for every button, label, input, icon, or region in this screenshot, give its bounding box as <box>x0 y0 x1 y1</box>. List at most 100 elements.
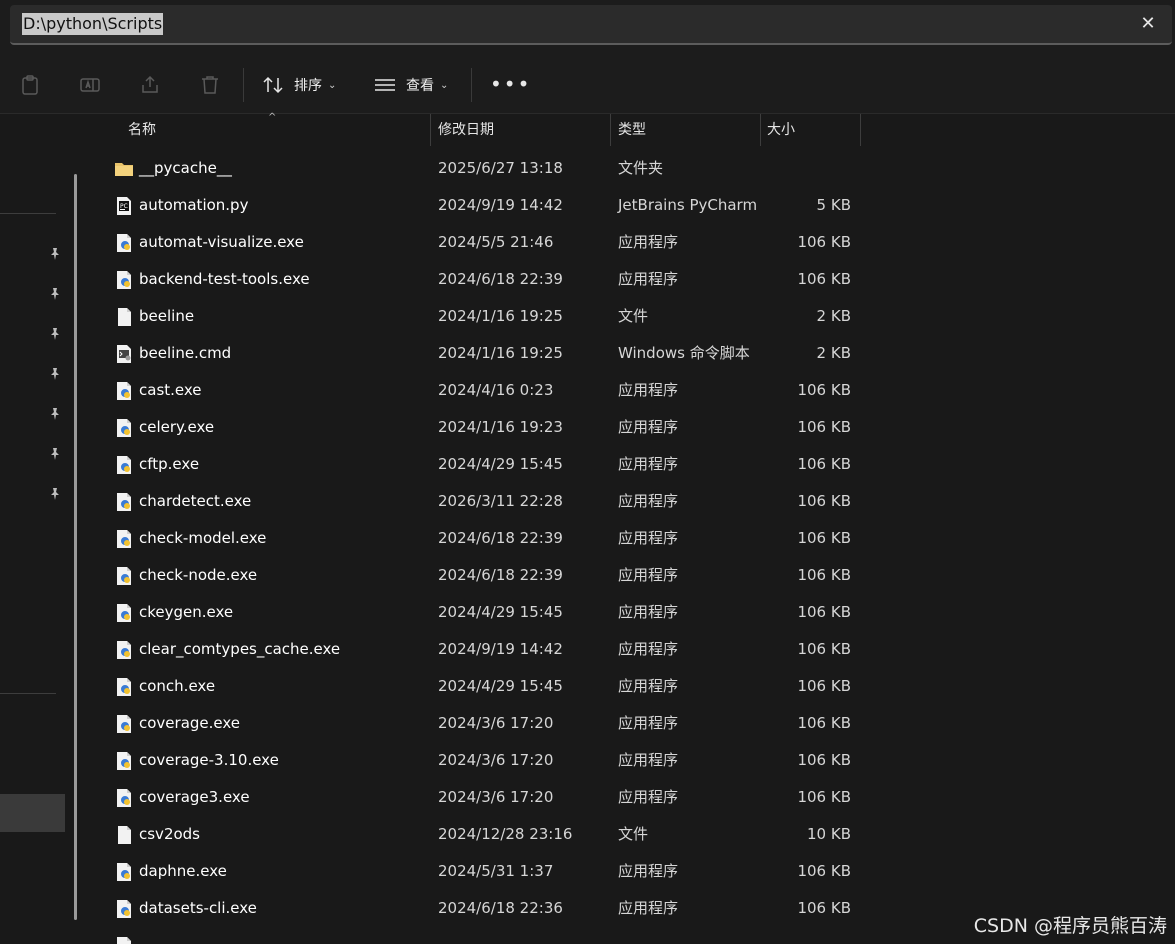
file-name: beeline <box>139 307 195 325</box>
column-name[interactable]: 名称 <box>128 114 156 146</box>
file-date: 2024/1/16 19:23 <box>438 418 563 436</box>
exe-file-icon <box>114 714 134 734</box>
file-size: 5 KB <box>816 196 851 214</box>
file-row[interactable]: coverage-3.10.exe 2024/3/6 17:20 应用程序 106 K… <box>90 742 1175 779</box>
rename-icon[interactable] <box>78 73 102 97</box>
file-row[interactable]: check-model.exe 2024/6/18 22:39 应用程序 106 KB <box>90 520 1175 557</box>
file-date: 2024/1/16 19:25 <box>438 307 563 325</box>
file-type: 应用程序 <box>618 492 679 510</box>
exe-file-icon <box>114 566 134 586</box>
file-type: 应用程序 <box>618 381 679 399</box>
blank-file-icon <box>114 307 134 327</box>
column-size[interactable]: 大小 <box>767 114 795 146</box>
file-row[interactable]: beeline.cmd 2024/1/16 19:25 Windows 命令脚本 2 … <box>90 335 1175 372</box>
file-name: beeline.cmd <box>139 344 232 362</box>
file-name: coverage3.exe <box>139 788 250 806</box>
file-row[interactable]: backend-test-tools.exe 2024/6/18 22:39 应用程… <box>90 261 1175 298</box>
nav-selected-item[interactable] <box>0 794 65 832</box>
blank-file-icon <box>114 825 134 845</box>
file-type: 应用程序 <box>618 788 679 806</box>
exe-file-icon <box>114 233 134 253</box>
file-date: 2024/4/29 15:45 <box>438 455 563 473</box>
column-divider[interactable] <box>860 114 861 146</box>
file-name: clear_comtypes_cache.exe <box>139 640 341 658</box>
file-type: 应用程序 <box>618 566 679 584</box>
file-name: datasets-cli.exe <box>139 899 257 917</box>
pin-icon[interactable] <box>48 327 62 341</box>
nav-scrollbar[interactable] <box>74 174 77 920</box>
address-path[interactable]: D:\python\Scripts <box>22 13 164 35</box>
address-bar-area: D:\python\Scripts ✕ <box>0 0 1175 56</box>
file-row[interactable]: conch.exe 2024/4/29 15:45 应用程序 106 KB <box>90 668 1175 705</box>
exe-file-icon <box>114 936 134 944</box>
nav-divider <box>0 213 56 214</box>
cmd-file-icon <box>114 344 134 364</box>
file-date: 2024/3/6 17:20 <box>438 714 554 732</box>
pin-icon[interactable] <box>48 367 62 381</box>
file-row[interactable]: clear_comtypes_cache.exe 2024/9/19 14:42 应… <box>90 631 1175 668</box>
file-name: __pycache__ <box>139 159 232 177</box>
pin-icon[interactable] <box>48 247 62 261</box>
file-size: 106 KB <box>797 233 851 251</box>
file-date: 2024/3/6 17:20 <box>438 751 554 769</box>
file-date: 2024/6/18 22:39 <box>438 566 563 584</box>
file-date: 2024/6/18 22:36 <box>438 899 563 917</box>
file-size: 106 KB <box>797 455 851 473</box>
file-row[interactable]: automat-visualize.exe 2024/5/5 21:46 应用程序 1… <box>90 224 1175 261</box>
file-row[interactable]: PC automation.py 2024/9/19 14:42 JetBrains … <box>90 187 1175 224</box>
file-type: 文件 <box>618 307 649 325</box>
pin-icon[interactable] <box>48 447 62 461</box>
column-divider[interactable] <box>760 114 761 146</box>
file-row[interactable]: celery.exe 2024/1/16 19:23 应用程序 106 KB <box>90 409 1175 446</box>
file-size: 106 KB <box>797 714 851 732</box>
file-type: 文件夹 <box>618 159 664 177</box>
exe-file-icon <box>114 381 134 401</box>
file-row[interactable]: daphne.exe 2024/5/31 1:37 应用程序 106 KB <box>90 853 1175 890</box>
pin-icon[interactable] <box>48 487 62 501</box>
file-name: coverage-3.10.exe <box>139 751 279 769</box>
exe-file-icon <box>114 270 134 290</box>
column-type[interactable]: 类型 <box>618 114 646 146</box>
file-row[interactable]: chardetect.exe 2026/3/11 22:28 应用程序 106 KB <box>90 483 1175 520</box>
file-row[interactable]: coverage3.exe 2024/3/6 17:20 应用程序 106 KB <box>90 779 1175 816</box>
file-name: check-model.exe <box>139 529 267 547</box>
column-divider[interactable] <box>610 114 611 146</box>
file-row[interactable]: beeline 2024/1/16 19:25 文件 2 KB <box>90 298 1175 335</box>
file-type: 文件 <box>618 825 649 843</box>
file-row[interactable]: cftp.exe 2024/4/29 15:45 应用程序 106 KB <box>90 446 1175 483</box>
file-date: 2024/9/19 14:42 <box>438 196 563 214</box>
column-divider[interactable] <box>430 114 431 146</box>
file-type: 应用程序 <box>618 862 679 880</box>
file-row[interactable]: check-node.exe 2024/6/18 22:39 应用程序 106 KB <box>90 557 1175 594</box>
column-date[interactable]: 修改日期 <box>438 114 494 146</box>
more-options-icon[interactable]: ••• <box>490 74 531 94</box>
pin-icon[interactable] <box>48 287 62 301</box>
exe-file-icon <box>114 899 134 919</box>
file-row[interactable]: ckeygen.exe 2024/4/29 15:45 应用程序 106 KB <box>90 594 1175 631</box>
sort-button[interactable]: 排序 ⌄ <box>262 71 336 99</box>
paste-icon[interactable] <box>18 73 42 97</box>
file-row[interactable]: cast.exe 2024/4/16 0:23 应用程序 106 KB <box>90 372 1175 409</box>
file-row[interactable]: coverage.exe 2024/3/6 17:20 应用程序 106 KB <box>90 705 1175 742</box>
file-date: 2024/5/5 21:46 <box>438 233 554 251</box>
close-icon[interactable]: ✕ <box>1138 14 1158 34</box>
exe-file-icon <box>114 492 134 512</box>
file-date: 2025/6/27 13:18 <box>438 159 563 177</box>
file-type: Windows 命令脚本 <box>618 344 750 362</box>
file-row[interactable]: csv2ods 2024/12/28 23:16 文件 10 KB <box>90 816 1175 853</box>
pin-icon[interactable] <box>48 407 62 421</box>
file-size <box>760 927 851 944</box>
delete-icon[interactable] <box>198 73 222 97</box>
column-header: ^ 名称 修改日期 类型 大小 <box>90 112 1175 146</box>
file-size <box>760 150 851 187</box>
file-type: 应用程序 <box>618 529 679 547</box>
view-button[interactable]: 查看 ⌄ <box>374 71 448 99</box>
file-size: 106 KB <box>797 899 851 917</box>
address-bar[interactable]: D:\python\Scripts ✕ <box>10 5 1172 45</box>
file-name: celery.exe <box>139 418 215 436</box>
share-icon[interactable] <box>138 73 162 97</box>
file-date: 2024/4/29 15:45 <box>438 677 563 695</box>
file-type: 应用程序 <box>618 640 679 658</box>
file-row[interactable]: __pycache__ 2025/6/27 13:18 文件夹 <box>90 150 1175 187</box>
exe-file-icon <box>114 677 134 697</box>
